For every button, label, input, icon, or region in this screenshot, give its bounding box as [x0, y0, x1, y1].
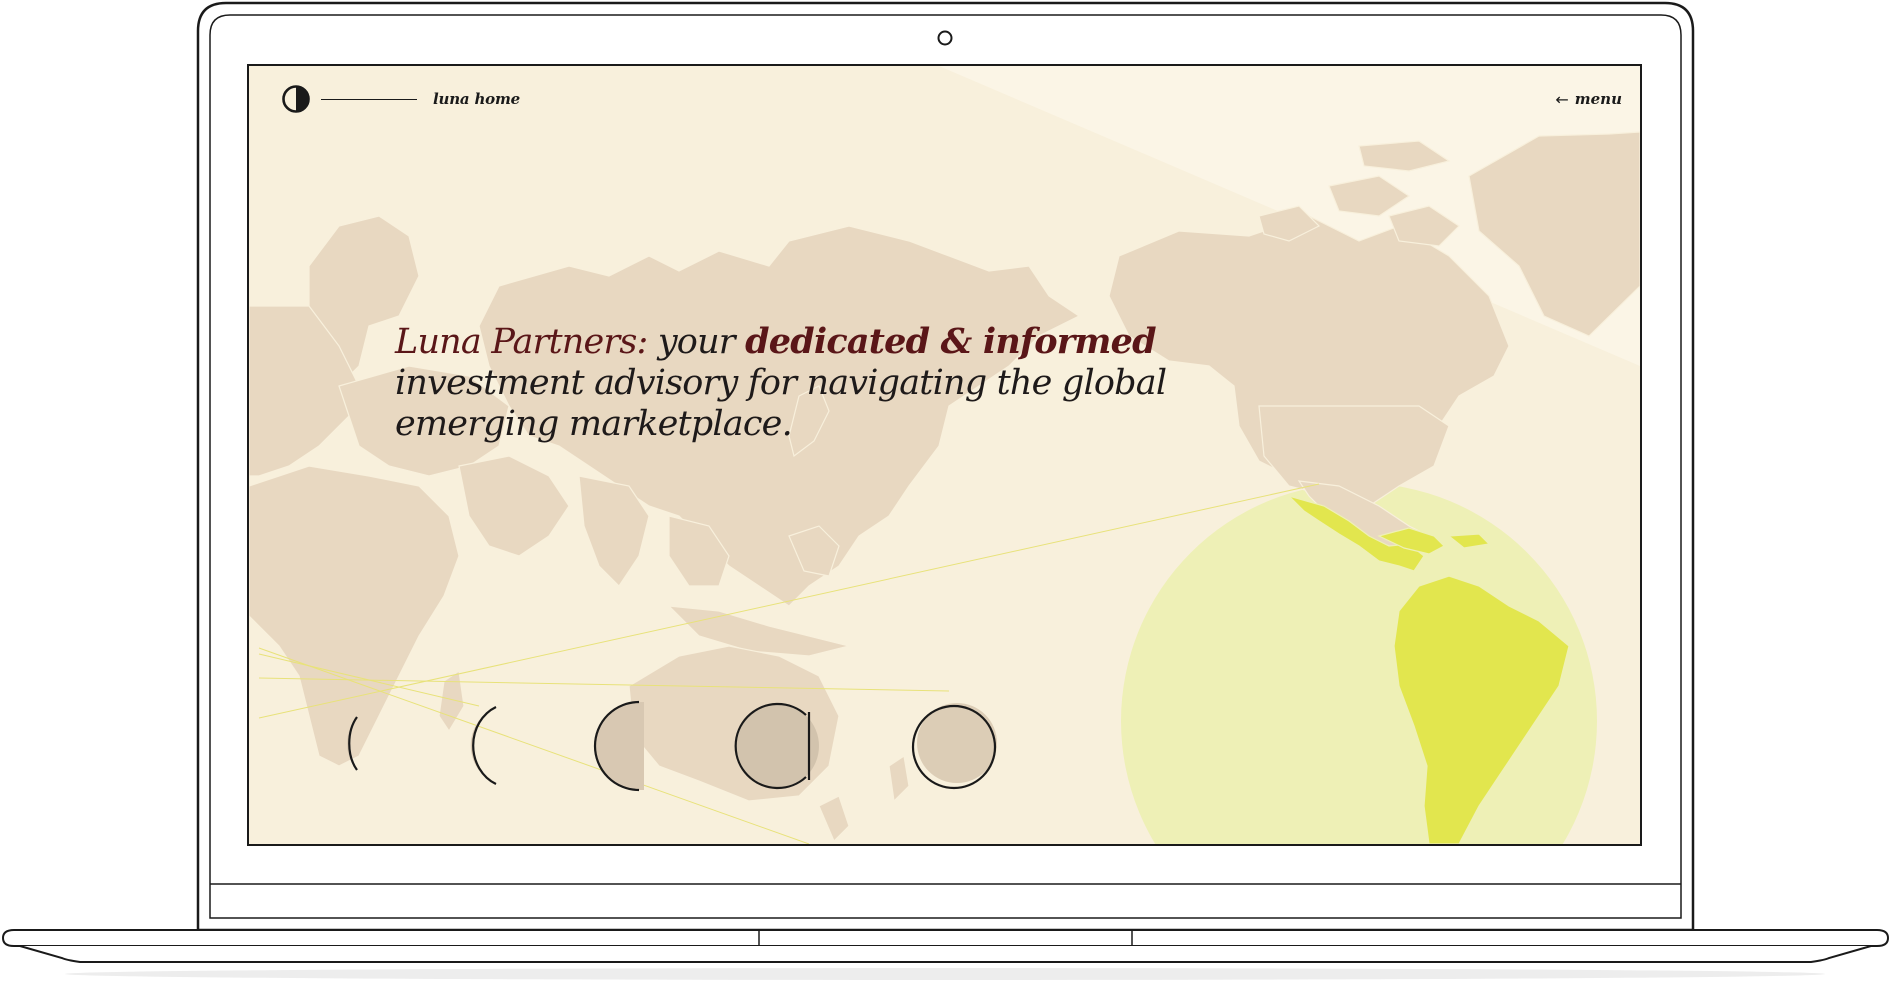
- home-link[interactable]: luna home: [281, 84, 520, 114]
- arrow-left-icon: ←: [1555, 89, 1569, 109]
- headline-pre: your: [647, 322, 746, 362]
- website-screen: luna home ← menu Luna Partners: your ded…: [249, 66, 1640, 844]
- brand-divider: [321, 98, 417, 100]
- headline-emphasis: dedicated & informed: [745, 321, 1157, 362]
- hero-headline: Luna Partners: your dedicated & informed…: [395, 321, 1215, 445]
- headline-brand: Luna Partners:: [395, 322, 648, 362]
- world-map: [249, 66, 1640, 844]
- menu-button[interactable]: ← menu: [1555, 86, 1622, 112]
- menu-label: menu: [1574, 90, 1622, 108]
- home-link-label: luna home: [433, 90, 520, 108]
- headline-rest: investment advisory for navigating the g…: [395, 363, 1167, 444]
- half-moon-icon: [282, 85, 310, 113]
